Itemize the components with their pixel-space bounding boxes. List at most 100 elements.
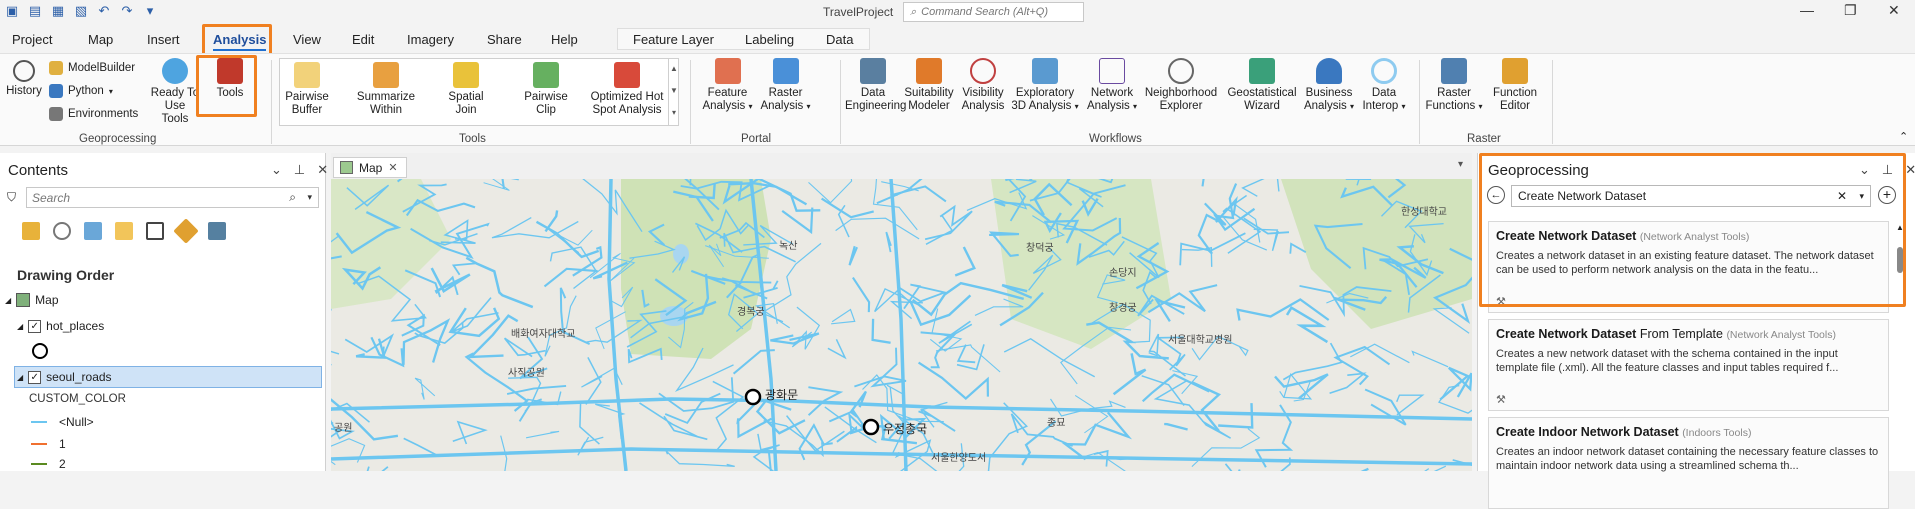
neighborhood-explorer-button[interactable]: Neighborhood Explorer	[1141, 58, 1221, 113]
toc-layer-seoul-roads[interactable]: ◢ ✓ seoul_roads	[17, 370, 112, 384]
toc-map-item[interactable]: ◢ Map	[5, 293, 59, 307]
contents-toolbar	[22, 222, 226, 240]
layer-visibility-checkbox[interactable]: ✓	[28, 371, 41, 384]
chevron-down-icon[interactable]: ▾	[1859, 191, 1864, 202]
network-analysis-button[interactable]: Network Analysis ▾	[1083, 58, 1141, 113]
expand-arrow-icon[interactable]: ◢	[17, 373, 23, 382]
legend-item-1[interactable]: 1	[31, 437, 66, 451]
exploratory-3d-button[interactable]: Exploratory 3D Analysis ▾	[1010, 58, 1080, 113]
pane-menu-icon[interactable]: ⌄	[1859, 162, 1870, 178]
tab-imagery[interactable]: Imagery	[407, 32, 454, 47]
data-interop-button[interactable]: Data Interop ▾	[1356, 58, 1412, 113]
raster-functions-icon	[1441, 58, 1467, 84]
command-search[interactable]: ⌕ Command Search (Alt+Q)	[903, 2, 1084, 22]
scroll-up-icon[interactable]: ▲	[1896, 223, 1904, 232]
function-editor-button[interactable]: Function Editor	[1487, 58, 1543, 113]
close-window-icon[interactable]: ✕	[1888, 2, 1900, 19]
scrollbar-thumb[interactable]	[1897, 247, 1903, 273]
history-button[interactable]: History	[4, 60, 44, 98]
tab-help[interactable]: Help	[551, 32, 578, 47]
raster-functions-button[interactable]: Raster Functions ▾	[1424, 58, 1484, 113]
redo-icon[interactable]: ↷	[119, 3, 135, 19]
title-bar: ▣ ▤ ▦ ▧ ↶ ↷ ▾ TravelProject ⌕ Command Se…	[0, 0, 1915, 24]
toc-layer-hot-places[interactable]: ◢ ✓ hot_places	[17, 319, 104, 333]
list-by-drawing-order-icon[interactable]	[22, 222, 40, 240]
undo-icon[interactable]: ↶	[96, 3, 112, 19]
gallery-scroll[interactable]: ▲▼▾	[668, 58, 679, 126]
optimized-hot-spot-button[interactable]: Optimized Hot Spot Analysis	[586, 62, 668, 117]
hot-place-point[interactable]	[864, 420, 878, 434]
raster-analysis-button[interactable]: Raster Analysis ▾	[758, 58, 813, 113]
pane-menu-icon[interactable]: ⌄	[271, 162, 282, 178]
legend-item-2[interactable]: 2	[31, 457, 66, 471]
tab-data[interactable]: Data	[826, 32, 853, 47]
hot-place-point[interactable]	[746, 390, 760, 404]
minimize-icon[interactable]: —	[1800, 2, 1814, 18]
contents-search-input[interactable]: Search ⌕ ▾	[26, 187, 319, 208]
modelbuilder-button[interactable]: ModelBuilder	[49, 61, 135, 75]
pin-icon[interactable]: ⊥	[294, 162, 305, 178]
expand-arrow-icon[interactable]: ◢	[17, 322, 23, 331]
list-by-selection-icon[interactable]	[84, 222, 102, 240]
list-by-perspective-icon[interactable]	[208, 222, 226, 240]
feature-analysis-button[interactable]: Feature Analysis ▾	[700, 58, 755, 113]
close-pane-icon[interactable]: ✕	[1905, 162, 1915, 178]
collapse-ribbon-icon[interactable]: ⌃	[1899, 130, 1908, 143]
tools-button[interactable]: Tools	[205, 58, 255, 100]
save-icon[interactable]: ▦	[50, 3, 66, 19]
list-by-labeling-icon[interactable]	[173, 218, 198, 243]
spatial-join-button[interactable]: Spatial Join	[441, 62, 491, 117]
tab-view[interactable]: View	[293, 32, 321, 47]
tab-analysis[interactable]: Analysis	[213, 32, 266, 47]
point-symbol-icon[interactable]	[32, 343, 48, 359]
open-project-icon[interactable]: ▤	[27, 3, 43, 19]
suitability-modeler-button[interactable]: Suitability Modeler	[900, 58, 958, 113]
save-as-icon[interactable]: ▧	[73, 3, 89, 19]
filter-icon[interactable]: ⛉	[7, 190, 16, 205]
tab-insert[interactable]: Insert	[147, 32, 180, 47]
geoprocessing-search-input[interactable]: Create Network Dataset ✕ ▾	[1511, 185, 1871, 207]
close-pane-icon[interactable]: ✕	[317, 162, 328, 178]
add-icon[interactable]: +	[1878, 186, 1896, 204]
tab-edit[interactable]: Edit	[352, 32, 374, 47]
list-by-source-icon[interactable]	[53, 222, 71, 240]
tab-project[interactable]: Project	[12, 32, 52, 47]
python-button[interactable]: Python▾	[49, 84, 113, 98]
tab-share[interactable]: Share	[487, 32, 522, 47]
layer-visibility-checkbox[interactable]: ✓	[28, 320, 41, 333]
back-icon[interactable]: ←	[1487, 186, 1505, 204]
result-create-indoor-network-dataset[interactable]: Create Indoor Network Dataset (Indoors T…	[1488, 417, 1889, 509]
svg-text:경복궁: 경복궁	[737, 305, 765, 318]
tab-labeling[interactable]: Labeling	[745, 32, 794, 47]
map-view-tab[interactable]: Map ✕	[333, 157, 407, 178]
result-create-network-dataset[interactable]: Create Network Dataset (Network Analyst …	[1488, 221, 1889, 313]
geoprocessing-title: Geoprocessing	[1488, 162, 1589, 179]
customize-qat-icon[interactable]: ▾	[142, 3, 158, 19]
ready-to-use-tools-button[interactable]: Ready To Use Tools	[150, 58, 200, 126]
data-engineering-button[interactable]: Data Engineering	[845, 58, 901, 113]
business-analysis-button[interactable]: Business Analysis ▾	[1300, 58, 1358, 113]
geostatistical-wizard-button[interactable]: Geostatistical Wizard	[1223, 58, 1301, 113]
summarize-within-button[interactable]: Summarize Within	[352, 62, 420, 117]
expand-arrow-icon[interactable]: ◢	[5, 296, 11, 305]
tab-feature-layer[interactable]: Feature Layer	[633, 32, 714, 47]
new-project-icon[interactable]: ▣	[4, 3, 20, 19]
pin-icon[interactable]: ⊥	[1882, 162, 1893, 178]
chevron-down-icon[interactable]: ▾	[1458, 159, 1463, 170]
chevron-down-icon[interactable]: ▾	[307, 192, 312, 203]
list-by-snapping-icon[interactable]	[146, 222, 164, 240]
pairwise-buffer-button[interactable]: Pairwise Buffer	[283, 62, 331, 117]
pairwise-clip-button[interactable]: Pairwise Clip	[521, 62, 571, 117]
tab-map[interactable]: Map	[88, 32, 113, 47]
results-scrollbar[interactable]: ▲	[1895, 221, 1905, 471]
legend-item-null[interactable]: <Null>	[31, 415, 94, 429]
toolbox-icon	[217, 58, 243, 84]
restore-icon[interactable]: ❐	[1844, 2, 1857, 19]
close-tab-icon[interactable]: ✕	[388, 161, 397, 174]
map-canvas[interactable]: 녹산 창덕궁 손당지 경복궁 창경궁 서울대학교병원 배화여자대학교 사직공원 …	[331, 179, 1472, 471]
environments-button[interactable]: Environments	[49, 107, 138, 121]
clear-search-icon[interactable]: ✕	[1837, 189, 1847, 203]
result-create-network-dataset-from-template[interactable]: Create Network Dataset From Template (Ne…	[1488, 319, 1889, 411]
visibility-analysis-button[interactable]: Visibility Analysis	[957, 58, 1009, 113]
list-by-editing-icon[interactable]	[115, 222, 133, 240]
